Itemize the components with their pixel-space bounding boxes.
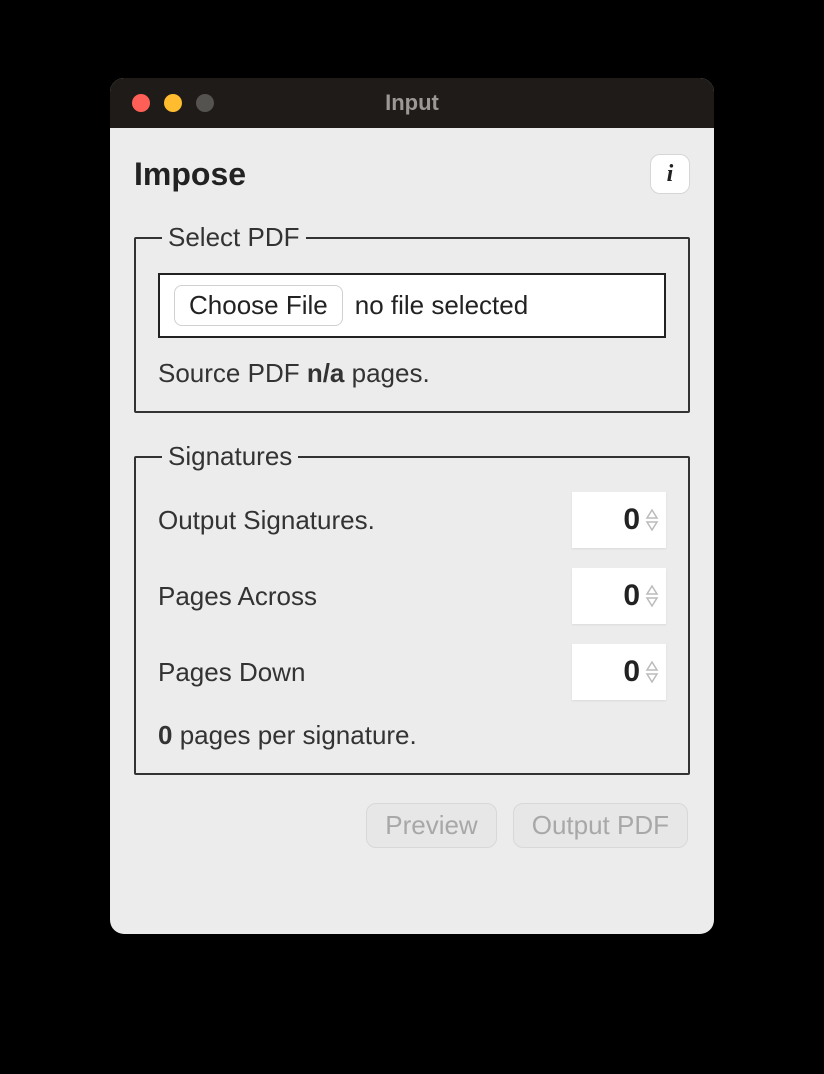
signatures-legend: Signatures (162, 441, 298, 472)
select-pdf-legend: Select PDF (162, 222, 306, 253)
info-button[interactable]: i (650, 154, 690, 194)
source-page-count: n/a (307, 358, 345, 388)
choose-file-button[interactable]: Choose File (174, 285, 343, 326)
minimize-icon[interactable] (164, 94, 182, 112)
pages-across-stepper[interactable]: 0 (572, 568, 666, 624)
traffic-lights (110, 94, 214, 112)
output-pdf-button[interactable]: Output PDF (513, 803, 688, 848)
pages-down-stepper[interactable]: 0 (572, 644, 666, 700)
window: Input Impose i Select PDF Choose File no… (110, 78, 714, 934)
titlebar: Input (110, 78, 714, 128)
source-prefix: Source PDF (158, 358, 307, 388)
pages-down-label: Pages Down (158, 657, 305, 688)
file-input-row: Choose File no file selected (158, 273, 666, 338)
pages-across-value: 0 (623, 579, 640, 613)
pages-per-signature-suffix: pages per signature. (172, 720, 416, 750)
file-selected-label: no file selected (355, 290, 528, 321)
page-title: Impose (134, 156, 246, 193)
pages-across-label: Pages Across (158, 581, 317, 612)
close-icon[interactable] (132, 94, 150, 112)
pages-down-value: 0 (623, 655, 640, 689)
source-suffix: pages. (344, 358, 429, 388)
pages-down-row: Pages Down 0 (158, 644, 666, 700)
info-icon: i (667, 161, 674, 188)
header-row: Impose i (134, 154, 690, 194)
source-pages-line: Source PDF n/a pages. (158, 358, 666, 389)
stepper-icon (644, 584, 660, 608)
output-signatures-label: Output Signatures. (158, 505, 375, 536)
output-signatures-stepper[interactable]: 0 (572, 492, 666, 548)
preview-button[interactable]: Preview (366, 803, 496, 848)
pages-per-signature-count: 0 (158, 720, 172, 750)
stepper-icon (644, 660, 660, 684)
pages-per-signature-line: 0 pages per signature. (158, 720, 666, 751)
pages-across-row: Pages Across 0 (158, 568, 666, 624)
signatures-group: Signatures Output Signatures. 0 Pages Ac… (134, 441, 690, 775)
output-signatures-value: 0 (623, 503, 640, 537)
select-pdf-group: Select PDF Choose File no file selected … (134, 222, 690, 413)
footer-row: Preview Output PDF (134, 803, 690, 848)
content: Impose i Select PDF Choose File no file … (110, 128, 714, 872)
output-signatures-row: Output Signatures. 0 (158, 492, 666, 548)
stepper-icon (644, 508, 660, 532)
zoom-icon[interactable] (196, 94, 214, 112)
